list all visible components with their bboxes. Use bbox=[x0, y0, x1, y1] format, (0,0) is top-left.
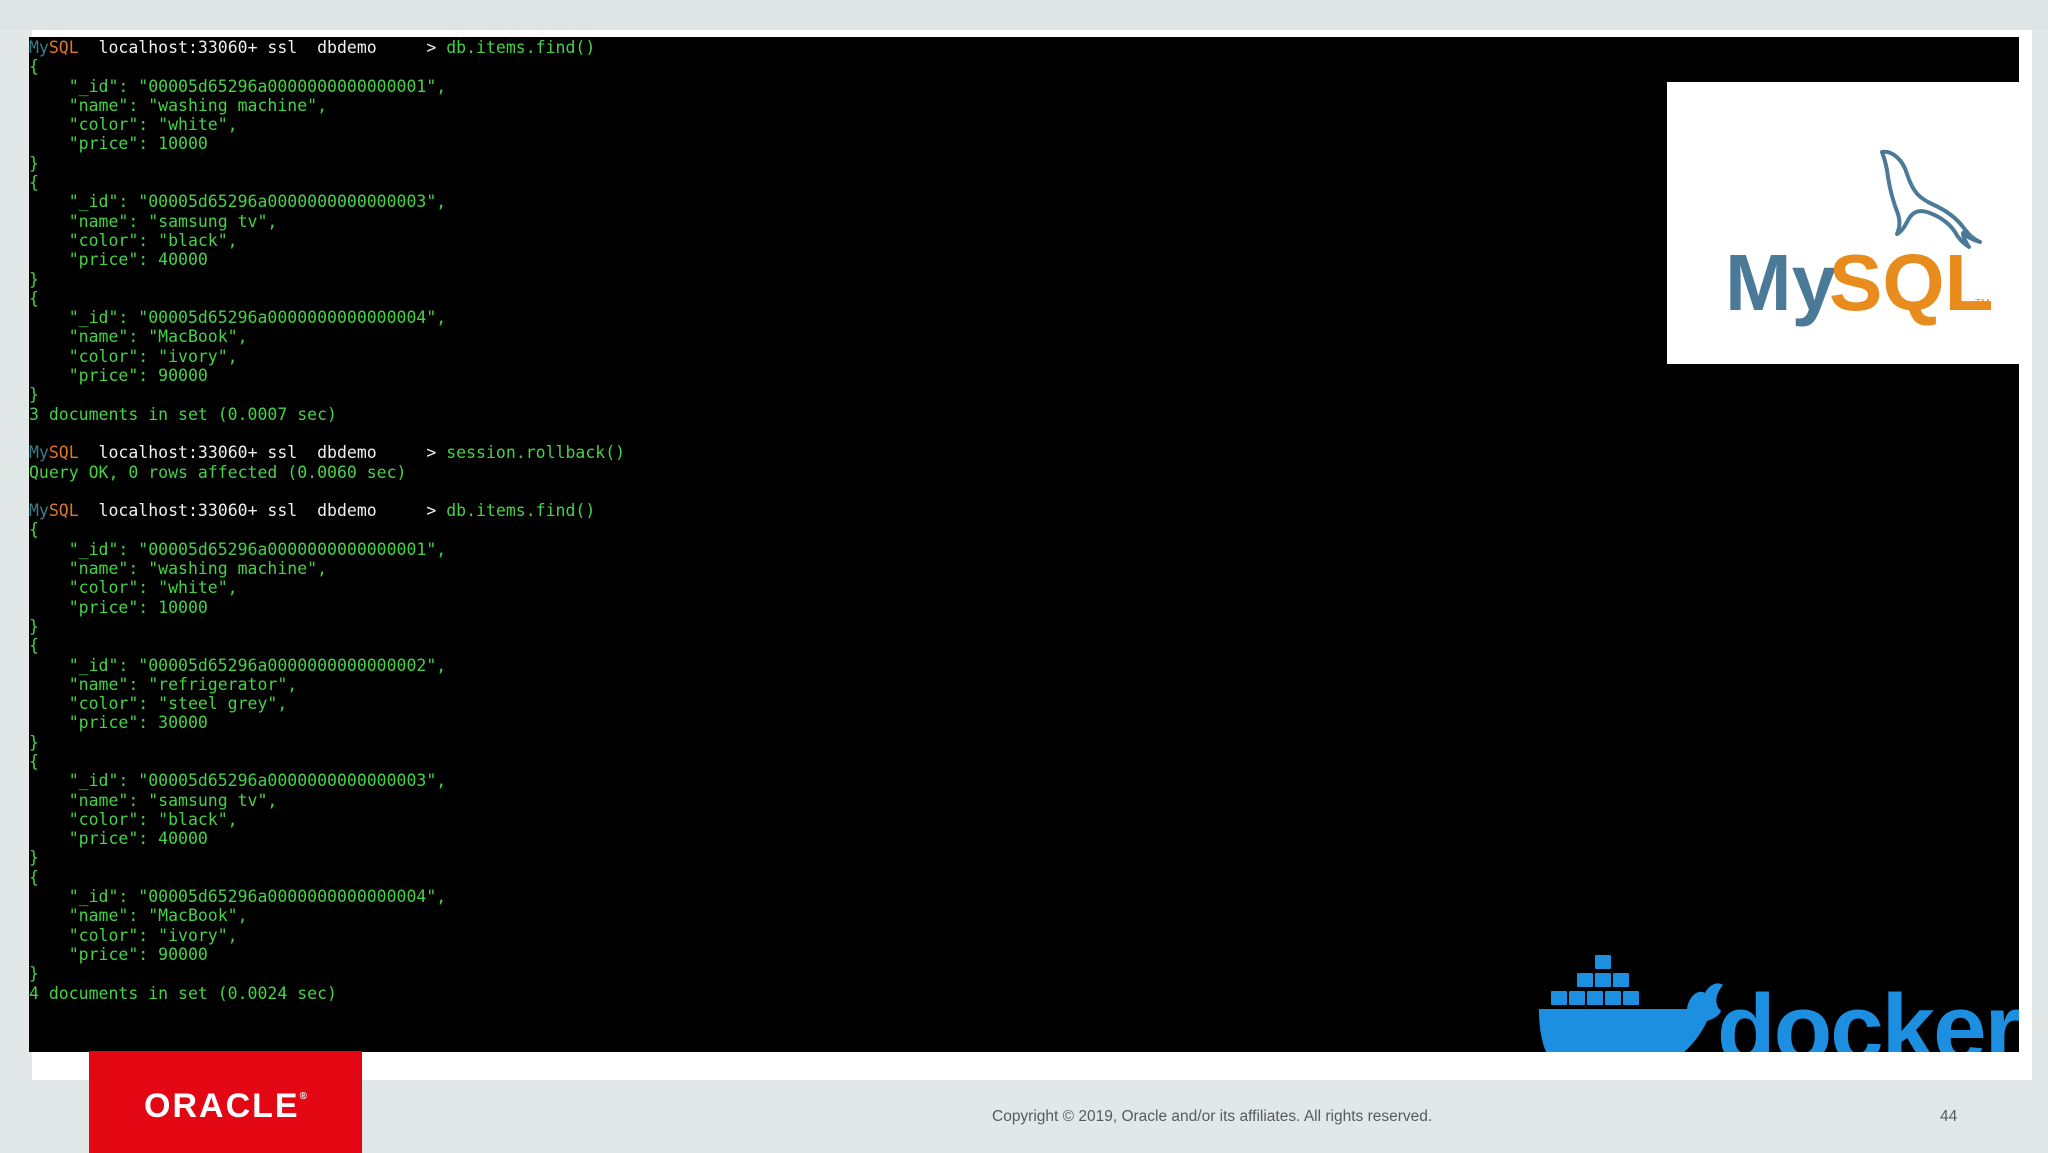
json-close-brace: } bbox=[29, 848, 39, 868]
json-field-color: "color": "white", bbox=[29, 115, 238, 135]
json-field-color: "color": "steel grey", bbox=[29, 694, 288, 714]
prompt-command: session.rollback() bbox=[446, 443, 626, 463]
json-field-price: "price": 90000 bbox=[29, 944, 208, 964]
json-close-brace: } bbox=[29, 616, 39, 636]
json-field-name: "name": "washing machine", bbox=[29, 95, 328, 115]
json-field-id: "_id": "00005d65296a0000000000000002", bbox=[29, 655, 447, 675]
json-field-price: "price": 40000 bbox=[29, 250, 208, 270]
json-field-price: "price": 40000 bbox=[29, 829, 208, 849]
terminal-prompt-line: MySQL localhost:33060+ ssl dbdemo > db.i… bbox=[29, 501, 625, 520]
json-field-color: "color": "black", bbox=[29, 230, 238, 250]
json-close-brace: } bbox=[29, 153, 39, 173]
prompt-mysql-label: My bbox=[29, 443, 49, 463]
json-close-brace: } bbox=[29, 385, 39, 405]
terminal-output: MySQL localhost:33060+ ssl dbdemo > db.i… bbox=[29, 37, 625, 1003]
json-close-brace: } bbox=[29, 269, 39, 289]
json-open-brace: { bbox=[29, 751, 39, 771]
json-field-name: "name": "MacBook", bbox=[29, 906, 248, 926]
terminal-prompt-line: MySQL localhost:33060+ ssl dbdemo > db.i… bbox=[29, 38, 625, 57]
rollback-result: Query OK, 0 rows affected (0.0060 sec) bbox=[29, 462, 407, 482]
docker-whale-icon bbox=[1539, 955, 1723, 1052]
json-field-id: "_id": "00005d65296a0000000000000001", bbox=[29, 539, 447, 559]
terminal-window[interactable]: MySQL localhost:33060+ ssl dbdemo > db.i… bbox=[29, 37, 2019, 1052]
prompt-sql-label: SQL bbox=[48, 38, 79, 57]
prompt-sql-label: SQL bbox=[48, 443, 79, 463]
json-open-brace: { bbox=[29, 636, 39, 656]
mysql-logo-my: My bbox=[1725, 238, 1837, 327]
json-field-id: "_id": "00005d65296a0000000000000003", bbox=[29, 192, 447, 212]
json-field-id: "_id": "00005d65296a0000000000000004", bbox=[29, 887, 447, 907]
prompt-host-db: localhost:33060+ ssl dbdemo > bbox=[78, 501, 447, 521]
json-field-color: "color": "white", bbox=[29, 578, 238, 598]
json-close-brace: } bbox=[29, 964, 39, 984]
prompt-command: db.items.find() bbox=[446, 38, 596, 57]
json-open-brace: { bbox=[29, 520, 39, 540]
json-field-color: "color": "black", bbox=[29, 809, 238, 829]
json-field-price: "price": 10000 bbox=[29, 597, 208, 617]
json-open-brace: { bbox=[29, 57, 39, 77]
json-field-name: "name": "refrigerator", bbox=[29, 674, 298, 694]
copyright-notice: Copyright © 2019, Oracle and/or its affi… bbox=[992, 1108, 1433, 1125]
json-field-name: "name": "samsung tv", bbox=[29, 211, 278, 231]
json-field-color: "color": "ivory", bbox=[29, 346, 238, 366]
json-field-color: "color": "ivory", bbox=[29, 925, 238, 945]
docker-logo: docker bbox=[1537, 955, 2019, 1052]
json-field-name: "name": "MacBook", bbox=[29, 327, 248, 347]
prompt-command: db.items.find() bbox=[446, 501, 596, 521]
dolphin-icon bbox=[1880, 149, 1982, 249]
mysql-logo-tm: TM bbox=[1975, 298, 1989, 309]
json-field-price: "price": 10000 bbox=[29, 134, 208, 154]
json-field-id: "_id": "00005d65296a0000000000000001", bbox=[29, 76, 447, 96]
prompt-mysql-label: My bbox=[29, 38, 49, 57]
json-field-id: "_id": "00005d65296a0000000000000003", bbox=[29, 771, 447, 791]
json-field-price: "price": 90000 bbox=[29, 366, 208, 386]
prompt-mysql-label: My bbox=[29, 501, 49, 521]
json-close-brace: } bbox=[29, 732, 39, 752]
oracle-logo: ORACLE® bbox=[89, 1051, 362, 1153]
result-summary: 3 documents in set (0.0007 sec) bbox=[29, 404, 337, 424]
terminal-prompt-line: MySQL localhost:33060+ ssl dbdemo > sess… bbox=[29, 443, 625, 462]
json-open-brace: { bbox=[29, 867, 39, 887]
docker-wordmark: docker bbox=[1717, 975, 2019, 1052]
json-open-brace: { bbox=[29, 173, 39, 193]
page-number: 44 bbox=[1940, 1108, 1958, 1125]
json-field-name: "name": "samsung tv", bbox=[29, 790, 278, 810]
prompt-host-db: localhost:33060+ ssl dbdemo > bbox=[78, 38, 447, 57]
json-field-id: "_id": "00005d65296a0000000000000004", bbox=[29, 308, 447, 328]
prompt-sql-label: SQL bbox=[48, 501, 79, 521]
mysql-logo: My SQL TM bbox=[1667, 82, 2019, 364]
prompt-host-db: localhost:33060+ ssl dbdemo > bbox=[78, 443, 447, 463]
oracle-wordmark: ORACLE® bbox=[144, 1087, 307, 1125]
json-field-price: "price": 30000 bbox=[29, 713, 208, 733]
result-summary: 4 documents in set (0.0024 sec) bbox=[29, 983, 337, 1003]
json-field-name: "name": "washing machine", bbox=[29, 559, 328, 579]
json-open-brace: { bbox=[29, 288, 39, 308]
mysql-logo-sql: SQL bbox=[1829, 238, 1993, 327]
